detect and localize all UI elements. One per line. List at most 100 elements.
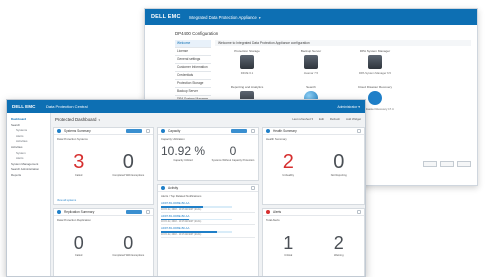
stat-value: 1 [283, 233, 294, 253]
stat-value: 0 [73, 233, 84, 253]
activity-row[interactable]: ADDT-B1-DDBE-B0-AA 10:15 Jul, 2018 - 10:… [161, 227, 255, 238]
stat-label: Critical [284, 254, 293, 257]
stat-systems-without-capacity[interactable]: 0 Systems Without Capacity Protection [208, 145, 258, 162]
widget-title: Replication Summary [64, 210, 95, 214]
stat-failed[interactable]: 0 Failed [54, 234, 104, 257]
config-sidebar-item[interactable]: General settings [175, 56, 211, 64]
stat-value: 2 [282, 151, 294, 173]
widget-menu-icon[interactable] [146, 129, 150, 133]
activity-progress-track [161, 206, 232, 208]
widget-header: Capacity [158, 128, 258, 135]
activity-row-meta: 10:15 Jul, 2018 - 10:15 AM EST (21/11) [161, 221, 202, 223]
tile-dpa-system-manager[interactable]: DPA System Manager DPA System Manager 6.… [343, 49, 407, 81]
stat-not-reporting[interactable]: 0 Not Reporting [314, 152, 365, 177]
config-sidebar-item[interactable]: Backup Server [175, 88, 211, 96]
view-all-systems-link[interactable]: View all systems [57, 199, 76, 202]
last-refreshed-dropdown[interactable]: Last refreshed ▾ [292, 117, 313, 121]
stat-value: 0 [122, 151, 134, 173]
widget-title: Systems Summary [64, 129, 91, 133]
widget-subtitle: Data Protection Replication [57, 218, 91, 222]
widget-action-button[interactable] [126, 129, 142, 133]
chevron-down-icon: ▾ [258, 15, 261, 20]
tile-name: Cloud Disaster Recovery [357, 85, 393, 89]
activity-progress-fill [161, 206, 204, 208]
widget-stats: 10.92 % Capacity Utilized 0 Systems With… [158, 145, 258, 162]
capacity-widget: Capacity Capacity Utilization 10.92 % Ca… [157, 127, 259, 181]
server-icon [304, 55, 318, 69]
widget-menu-icon[interactable] [357, 210, 361, 214]
widget-subtitle: Alerts / Top Related Notifications [161, 194, 202, 198]
tile-name: Backup Server [300, 49, 322, 53]
widget-menu-icon[interactable] [251, 186, 255, 190]
refresh-icon [368, 91, 382, 105]
stat-unhealthy[interactable]: 2 Unhealthy [263, 152, 314, 177]
tile-name: DPA System Manager [359, 49, 391, 53]
widget-header: Health Summary [263, 128, 364, 135]
widget-action-button[interactable] [231, 129, 247, 133]
widget-stats: 1 Critical 2 Warning [263, 234, 364, 257]
info-icon [161, 186, 165, 190]
stat-label: Failed [75, 174, 83, 177]
chevron-down-icon: ▾ [98, 117, 101, 122]
stat-warning[interactable]: 2 Warning [314, 234, 365, 257]
config-sidebar-item[interactable]: Customer Information [175, 64, 211, 72]
add-widget-button[interactable]: Add Widget [346, 117, 361, 121]
widget-action-button[interactable] [126, 210, 142, 214]
refresh-button[interactable]: Refresh [330, 117, 340, 121]
widget-menu-icon[interactable] [357, 129, 361, 133]
nav-reports[interactable]: Reports [7, 173, 50, 179]
widget-header: Alerts [263, 209, 364, 216]
tile-backup-server[interactable]: Backup Server Avamar 7.5 [279, 49, 343, 81]
config-sidebar-item[interactable]: Protection Storage [175, 80, 211, 88]
activity-row[interactable]: ADDT-B1-DDBE-B0-AA 10:15 Jul, 2018 - 10:… [161, 214, 255, 225]
config-sidebar-item[interactable]: License [175, 48, 211, 56]
info-icon [266, 129, 270, 133]
activity-row-meta: 10:15 Jul, 2018 - 10:15 AM EST (21/11) [161, 233, 202, 236]
activity-progress-fill [161, 218, 190, 220]
user-menu[interactable]: Administrator ▾ [337, 105, 360, 109]
config-app-title[interactable]: Integrated Data Protection Appliance ▾ [189, 15, 261, 20]
cancel-button[interactable] [457, 161, 471, 167]
next-button[interactable] [440, 161, 454, 167]
stat-label: Completed With Exceptions [112, 174, 145, 177]
widget-subtitle: Capacity Utilization [161, 137, 185, 141]
tile-name: Reporting and Analytics [230, 85, 264, 89]
info-icon [57, 129, 61, 133]
dashboard-sidebar: Dashboard Search Systems Alerts Activiti… [7, 113, 51, 276]
stat-label: Systems Without Capacity Protection [211, 159, 255, 162]
widget-subtitle: Data Protection Systems [57, 137, 88, 141]
stat-value: 0 [123, 233, 134, 253]
activity-row-title: ADDT-B1-DDBE-B0-AA [161, 214, 190, 218]
welcome-banner: Welcome to Integrated Data Protection Ap… [215, 40, 471, 46]
stat-completed-exceptions[interactable]: 0 Completed With Exceptions [104, 234, 154, 257]
tile-version: Avamar 7.5 [303, 71, 319, 75]
stat-capacity-utilized[interactable]: 10.92 % Capacity Utilized [158, 145, 208, 162]
activity-progress-track [161, 218, 232, 220]
config-sidebar-item[interactable]: Credentials [175, 72, 211, 80]
widget-title: Capacity [168, 129, 181, 133]
widget-menu-icon[interactable] [146, 210, 150, 214]
stat-label: Capacity Utilized [173, 159, 193, 162]
dashboard-title[interactable]: Protected Dashboard ▾ [55, 117, 292, 122]
dashboard-main: Protected Dashboard ▾ Last refreshed ▾ Ed… [51, 113, 365, 276]
stat-value: 2 [333, 233, 344, 253]
stat-value: 10.92 % [160, 144, 206, 158]
dashboard-header: Protected Dashboard ▾ Last refreshed ▾ Ed… [51, 113, 365, 125]
stat-failed[interactable]: 3 Failed [54, 152, 104, 177]
activity-row-title: ADDT-B1-DDBE-B0-AA [161, 202, 190, 205]
stat-completed-exceptions[interactable]: 0 Completed With Exceptions [104, 152, 154, 177]
edit-button[interactable]: Edit [319, 117, 324, 121]
config-app-title-text: Integrated Data Protection Appliance [188, 14, 257, 20]
widget-menu-icon[interactable] [251, 129, 255, 133]
stat-critical[interactable]: 1 Critical [263, 234, 314, 257]
tile-protection-storage[interactable]: Protection Storage DDVE 6.1 [215, 49, 279, 81]
activity-row-title: ADDT-B1-DDBE-B0-AA [161, 227, 190, 230]
activity-row[interactable]: ADDT-B1-DDBE-B0-AA 10:15 Jul, 2018 - 10:… [161, 202, 255, 213]
dashboard-topbar: DELL EMC Data Protection Central Adminis… [7, 100, 365, 113]
dell-emc-logo: DELL EMC [12, 104, 36, 109]
stat-label: Completed With Exceptions [112, 254, 145, 257]
previous-button[interactable] [423, 161, 437, 167]
stat-value: 3 [73, 151, 85, 173]
config-sidebar-item[interactable]: Welcome [175, 40, 211, 48]
tile-empty [407, 49, 471, 81]
